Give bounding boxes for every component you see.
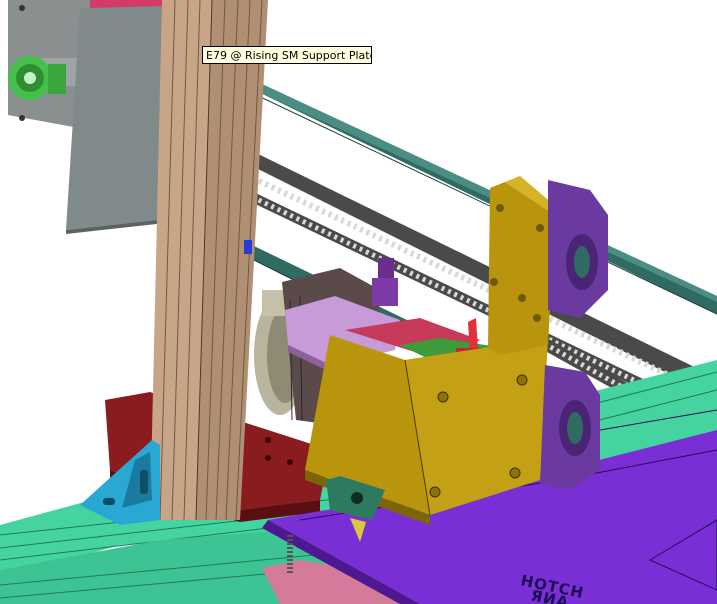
hover-tooltip: E79 @ Rising SM Support Plate.s <box>202 46 372 64</box>
assembly-model[interactable]: HOTCH ЯИА <box>0 0 717 604</box>
sensor[interactable] <box>244 240 252 254</box>
bearing-block-lower[interactable] <box>540 365 600 490</box>
bearing-block-upper[interactable] <box>548 180 608 318</box>
cad-viewport[interactable]: HOTCH ЯИА E79 @ Rising SM Support Plate.… <box>0 0 717 604</box>
